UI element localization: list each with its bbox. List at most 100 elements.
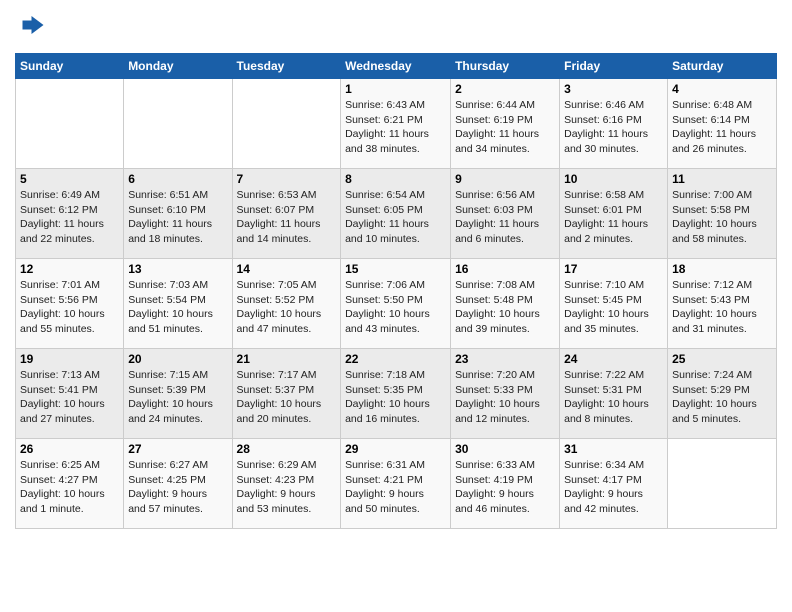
day-number: 23 (455, 352, 555, 366)
calendar-cell: 12 Sunrise: 7:01 AM Sunset: 5:56 PM Dayli… (16, 259, 124, 349)
day-info: Sunrise: 6:29 AM Sunset: 4:23 PM Dayligh… (237, 458, 337, 517)
day-info: Sunrise: 6:25 AM Sunset: 4:27 PM Dayligh… (20, 458, 119, 517)
day-info: Sunrise: 6:58 AM Sunset: 6:01 PM Dayligh… (564, 188, 663, 247)
day-info: Sunrise: 6:31 AM Sunset: 4:21 PM Dayligh… (345, 458, 446, 517)
day-number: 14 (237, 262, 337, 276)
day-number: 17 (564, 262, 663, 276)
day-number: 9 (455, 172, 555, 186)
day-info: Sunrise: 7:05 AM Sunset: 5:52 PM Dayligh… (237, 278, 337, 337)
day-number: 13 (128, 262, 227, 276)
calendar-cell: 7 Sunrise: 6:53 AM Sunset: 6:07 PM Daylig… (232, 169, 341, 259)
calendar-cell: 6Sunrise: 6:51 AM Sunset: 6:10 PM Daylig… (124, 169, 232, 259)
day-info: Sunrise: 6:44 AM Sunset: 6:19 PM Dayligh… (455, 98, 555, 157)
calendar-cell: 17 Sunrise: 7:10 AM Sunset: 5:45 PM Dayli… (560, 259, 668, 349)
calendar-cell: 15 Sunrise: 7:06 AM Sunset: 5:50 PM Dayli… (341, 259, 451, 349)
calendar-cell: 27Sunrise: 6:27 AM Sunset: 4:25 PM Dayli… (124, 439, 232, 529)
column-header-saturday: Saturday (668, 54, 777, 79)
calendar-cell: 9 Sunrise: 6:56 AM Sunset: 6:03 PM Daylig… (451, 169, 560, 259)
day-number: 6 (128, 172, 227, 186)
calendar-table: SundayMondayTuesdayWednesdayThursdayFrid… (15, 53, 777, 529)
calendar-cell: 26 Sunrise: 6:25 AM Sunset: 4:27 PM Dayli… (16, 439, 124, 529)
day-info: Sunrise: 7:18 AM Sunset: 5:35 PM Dayligh… (345, 368, 446, 427)
day-info: Sunrise: 7:22 AM Sunset: 5:31 PM Dayligh… (564, 368, 663, 427)
day-info: Sunrise: 7:15 AM Sunset: 5:39 PM Dayligh… (128, 368, 227, 427)
day-info: Sunrise: 7:20 AM Sunset: 5:33 PM Dayligh… (455, 368, 555, 427)
day-info: Sunrise: 6:48 AM Sunset: 6:14 PM Dayligh… (672, 98, 772, 157)
day-number: 18 (672, 262, 772, 276)
calendar-cell: 30Sunrise: 6:33 AM Sunset: 4:19 PM Dayli… (451, 439, 560, 529)
calendar-week-row: 19Sunrise: 7:13 AM Sunset: 5:41 PM Dayli… (16, 349, 777, 439)
day-number: 29 (345, 442, 446, 456)
calendar-cell: 5Sunrise: 6:49 AM Sunset: 6:12 PM Daylig… (16, 169, 124, 259)
column-header-monday: Monday (124, 54, 232, 79)
calendar-week-row: 12 Sunrise: 7:01 AM Sunset: 5:56 PM Dayli… (16, 259, 777, 349)
day-info: Sunrise: 7:17 AM Sunset: 5:37 PM Dayligh… (237, 368, 337, 427)
day-info: Sunrise: 6:46 AM Sunset: 6:16 PM Dayligh… (564, 98, 663, 157)
day-info: Sunrise: 6:34 AM Sunset: 4:17 PM Dayligh… (564, 458, 663, 517)
calendar-cell (232, 79, 341, 169)
day-number: 25 (672, 352, 772, 366)
day-info: Sunrise: 7:06 AM Sunset: 5:50 PM Dayligh… (345, 278, 446, 337)
day-info: Sunrise: 7:12 AM Sunset: 5:43 PM Dayligh… (672, 278, 772, 337)
day-info: Sunrise: 7:10 AM Sunset: 5:45 PM Dayligh… (564, 278, 663, 337)
calendar-cell (124, 79, 232, 169)
day-number: 31 (564, 442, 663, 456)
calendar-cell (668, 439, 777, 529)
calendar-week-row: 1Sunrise: 6:43 AM Sunset: 6:21 PM Daylig… (16, 79, 777, 169)
day-info: Sunrise: 7:13 AM Sunset: 5:41 PM Dayligh… (20, 368, 119, 427)
day-number: 4 (672, 82, 772, 96)
day-number: 15 (345, 262, 446, 276)
calendar-cell: 10 Sunrise: 6:58 AM Sunset: 6:01 PM Dayli… (560, 169, 668, 259)
day-info: Sunrise: 6:56 AM Sunset: 6:03 PM Dayligh… (455, 188, 555, 247)
calendar-cell: 20 Sunrise: 7:15 AM Sunset: 5:39 PM Dayli… (124, 349, 232, 439)
day-number: 16 (455, 262, 555, 276)
day-number: 20 (128, 352, 227, 366)
column-header-tuesday: Tuesday (232, 54, 341, 79)
day-number: 26 (20, 442, 119, 456)
day-number: 12 (20, 262, 119, 276)
calendar-cell: 11Sunrise: 7:00 AM Sunset: 5:58 PM Dayli… (668, 169, 777, 259)
calendar-cell: 23 Sunrise: 7:20 AM Sunset: 5:33 PM Dayli… (451, 349, 560, 439)
day-number: 21 (237, 352, 337, 366)
calendar-cell: 13 Sunrise: 7:03 AM Sunset: 5:54 PM Dayli… (124, 259, 232, 349)
day-number: 22 (345, 352, 446, 366)
day-number: 8 (345, 172, 446, 186)
calendar-cell: 2 Sunrise: 6:44 AM Sunset: 6:19 PM Daylig… (451, 79, 560, 169)
generalblue-icon (15, 10, 45, 40)
day-number: 5 (20, 172, 119, 186)
calendar-week-row: 26 Sunrise: 6:25 AM Sunset: 4:27 PM Dayli… (16, 439, 777, 529)
day-number: 24 (564, 352, 663, 366)
calendar-cell: 3 Sunrise: 6:46 AM Sunset: 6:16 PM Daylig… (560, 79, 668, 169)
column-header-thursday: Thursday (451, 54, 560, 79)
calendar-cell: 14 Sunrise: 7:05 AM Sunset: 5:52 PM Dayli… (232, 259, 341, 349)
calendar-cell: 28 Sunrise: 6:29 AM Sunset: 4:23 PM Dayli… (232, 439, 341, 529)
day-number: 10 (564, 172, 663, 186)
day-info: Sunrise: 6:53 AM Sunset: 6:07 PM Dayligh… (237, 188, 337, 247)
calendar-cell (16, 79, 124, 169)
day-number: 2 (455, 82, 555, 96)
day-number: 28 (237, 442, 337, 456)
calendar-cell: 22 Sunrise: 7:18 AM Sunset: 5:35 PM Dayli… (341, 349, 451, 439)
day-info: Sunrise: 6:27 AM Sunset: 4:25 PM Dayligh… (128, 458, 227, 517)
calendar-cell: 18 Sunrise: 7:12 AM Sunset: 5:43 PM Dayli… (668, 259, 777, 349)
calendar-cell: 25Sunrise: 7:24 AM Sunset: 5:29 PM Dayli… (668, 349, 777, 439)
calendar-cell: 24 Sunrise: 7:22 AM Sunset: 5:31 PM Dayli… (560, 349, 668, 439)
calendar-cell: 16 Sunrise: 7:08 AM Sunset: 5:48 PM Dayli… (451, 259, 560, 349)
column-header-wednesday: Wednesday (341, 54, 451, 79)
column-header-sunday: Sunday (16, 54, 124, 79)
day-info: Sunrise: 7:01 AM Sunset: 5:56 PM Dayligh… (20, 278, 119, 337)
day-info: Sunrise: 7:03 AM Sunset: 5:54 PM Dayligh… (128, 278, 227, 337)
day-info: Sunrise: 7:08 AM Sunset: 5:48 PM Dayligh… (455, 278, 555, 337)
calendar-header-row: SundayMondayTuesdayWednesdayThursdayFrid… (16, 54, 777, 79)
column-header-friday: Friday (560, 54, 668, 79)
day-info: Sunrise: 7:00 AM Sunset: 5:58 PM Dayligh… (672, 188, 772, 247)
calendar-cell: 29 Sunrise: 6:31 AM Sunset: 4:21 PM Dayli… (341, 439, 451, 529)
day-number: 7 (237, 172, 337, 186)
day-number: 30 (455, 442, 555, 456)
day-info: Sunrise: 6:54 AM Sunset: 6:05 PM Dayligh… (345, 188, 446, 247)
calendar-cell: 1Sunrise: 6:43 AM Sunset: 6:21 PM Daylig… (341, 79, 451, 169)
calendar-cell: 8 Sunrise: 6:54 AM Sunset: 6:05 PM Daylig… (341, 169, 451, 259)
calendar-cell: 21 Sunrise: 7:17 AM Sunset: 5:37 PM Dayli… (232, 349, 341, 439)
calendar-cell: 31 Sunrise: 6:34 AM Sunset: 4:17 PM Dayli… (560, 439, 668, 529)
day-number: 3 (564, 82, 663, 96)
